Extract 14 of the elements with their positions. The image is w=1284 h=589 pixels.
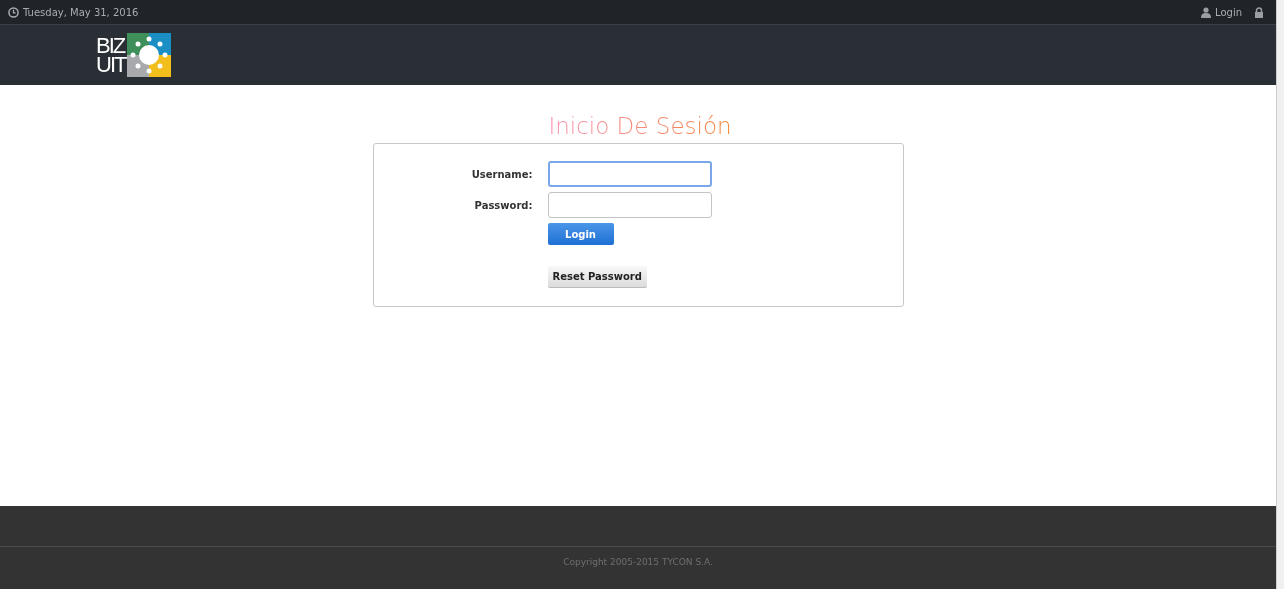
login-button[interactable]: Login: [547, 223, 614, 245]
logo-icon: [127, 33, 172, 77]
clock-icon: [8, 6, 19, 18]
field-label: Username:: [470, 167, 533, 182]
lock-icon[interactable]: [1254, 6, 1264, 18]
scrollbar[interactable]: [1276, 0, 1284, 589]
reset-password-button[interactable]: Reset Password: [547, 266, 647, 288]
person-icon: [1201, 6, 1211, 18]
field-label: Password:: [473, 198, 533, 213]
input-field[interactable]: [547, 161, 712, 187]
login-link[interactable]: Login: [1201, 4, 1242, 20]
date-text: Tuesday, May 31, 2016: [23, 5, 139, 20]
logo-wordmark: BIZ UIT: [96, 36, 126, 74]
input-field[interactable]: [547, 192, 712, 218]
